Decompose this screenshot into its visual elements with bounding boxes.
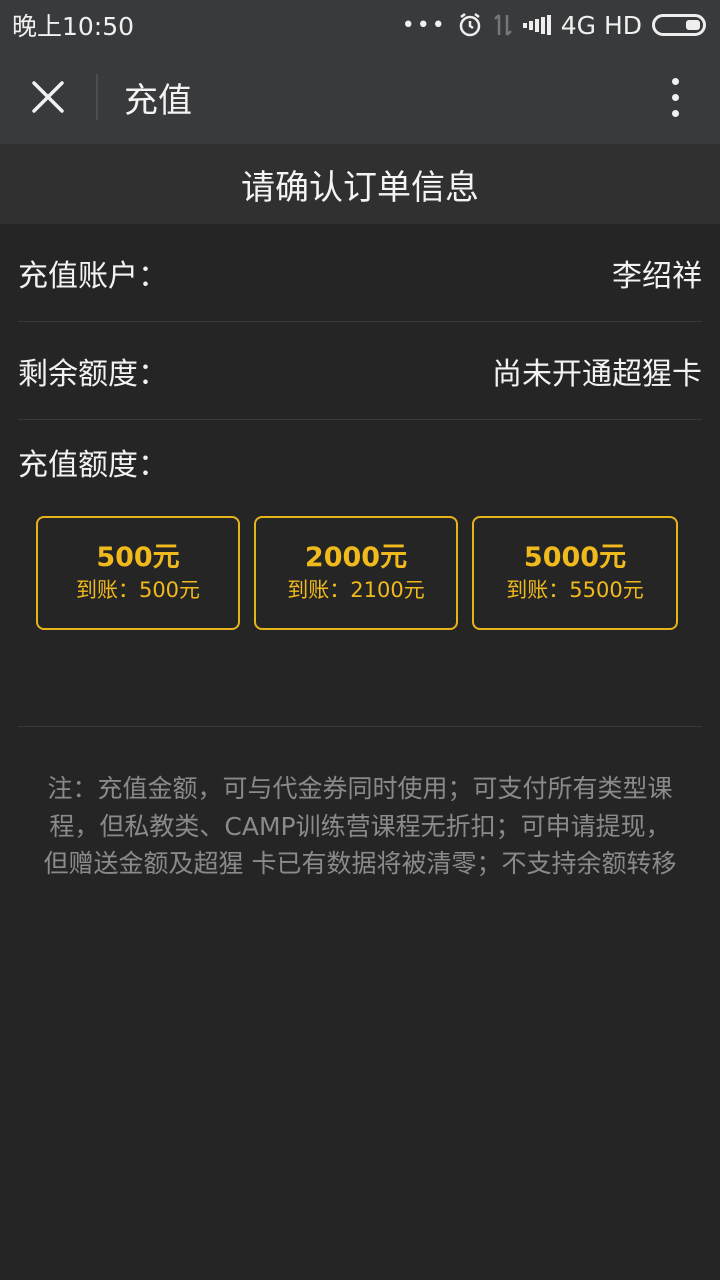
signal-icon	[522, 15, 551, 35]
option-credit: 到账：500元	[75, 578, 201, 602]
option-credit: 到账：2100元	[287, 578, 425, 602]
more-dot-icon	[671, 77, 679, 85]
recharge-option-500[interactable]: 500元 到账：500元	[36, 516, 240, 630]
account-value: 李绍祥	[612, 258, 702, 294]
battery-icon	[652, 14, 706, 36]
close-icon	[32, 81, 64, 113]
account-row: 充值账户： 李绍祥	[18, 224, 702, 322]
more-dot-icon	[671, 109, 679, 117]
more-dot-icon	[671, 93, 679, 101]
close-button[interactable]	[0, 50, 96, 144]
alarm-icon	[457, 12, 483, 38]
balance-label: 剩余额度：	[18, 356, 168, 392]
more-notifications-icon: •••	[401, 12, 447, 38]
confirm-header: 请确认订单信息	[0, 144, 720, 224]
divider	[18, 726, 702, 727]
recharge-option-2000[interactable]: 2000元 到账：2100元	[254, 516, 458, 630]
nav-divider	[96, 74, 98, 120]
balance-row: 剩余额度： 尚未开通超猩卡	[18, 322, 702, 420]
status-icons: ••• 4G HD	[402, 11, 706, 40]
nav-bar: 充值	[0, 50, 720, 144]
option-amount: 500元	[96, 542, 180, 573]
more-menu-button[interactable]	[630, 50, 720, 144]
recharge-options: 500元 到账：500元 2000元 到账：2100元 5000元 到账：550…	[36, 516, 678, 630]
amount-label: 充值额度：	[18, 448, 168, 483]
account-label: 充值账户：	[18, 258, 168, 294]
option-amount: 5000元	[523, 542, 627, 573]
data-transfer-icon	[493, 13, 513, 37]
page-title: 充值	[124, 80, 192, 121]
recharge-note: 注：充值金额，可与代金券同时使用；可支付所有类型课程，但私教类、CAMP训练营课…	[43, 774, 677, 878]
option-amount: 2000元	[304, 542, 408, 573]
balance-value: 尚未开通超猩卡	[492, 356, 702, 392]
option-credit: 到账：5500元	[506, 578, 644, 602]
recharge-option-5000[interactable]: 5000元 到账：5500元	[472, 516, 678, 630]
status-bar: 晚上10:50 ••• 4G HD	[0, 0, 720, 50]
status-time: 晚上10:50	[12, 12, 135, 41]
network-type: 4G HD	[560, 10, 642, 40]
